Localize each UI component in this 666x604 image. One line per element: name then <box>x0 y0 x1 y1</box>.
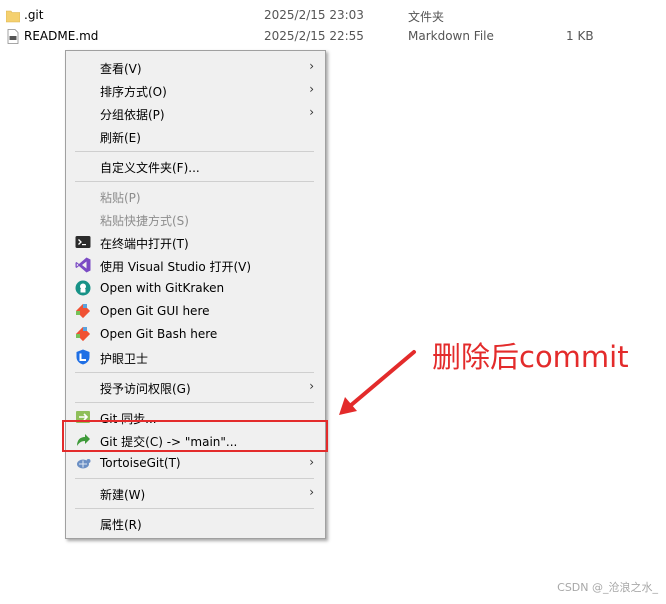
annotation-arrow-icon <box>339 350 416 415</box>
watermark: CSDN @_沧浪之水_ <box>557 581 658 594</box>
annotation-text: 删除后commit <box>432 340 629 374</box>
